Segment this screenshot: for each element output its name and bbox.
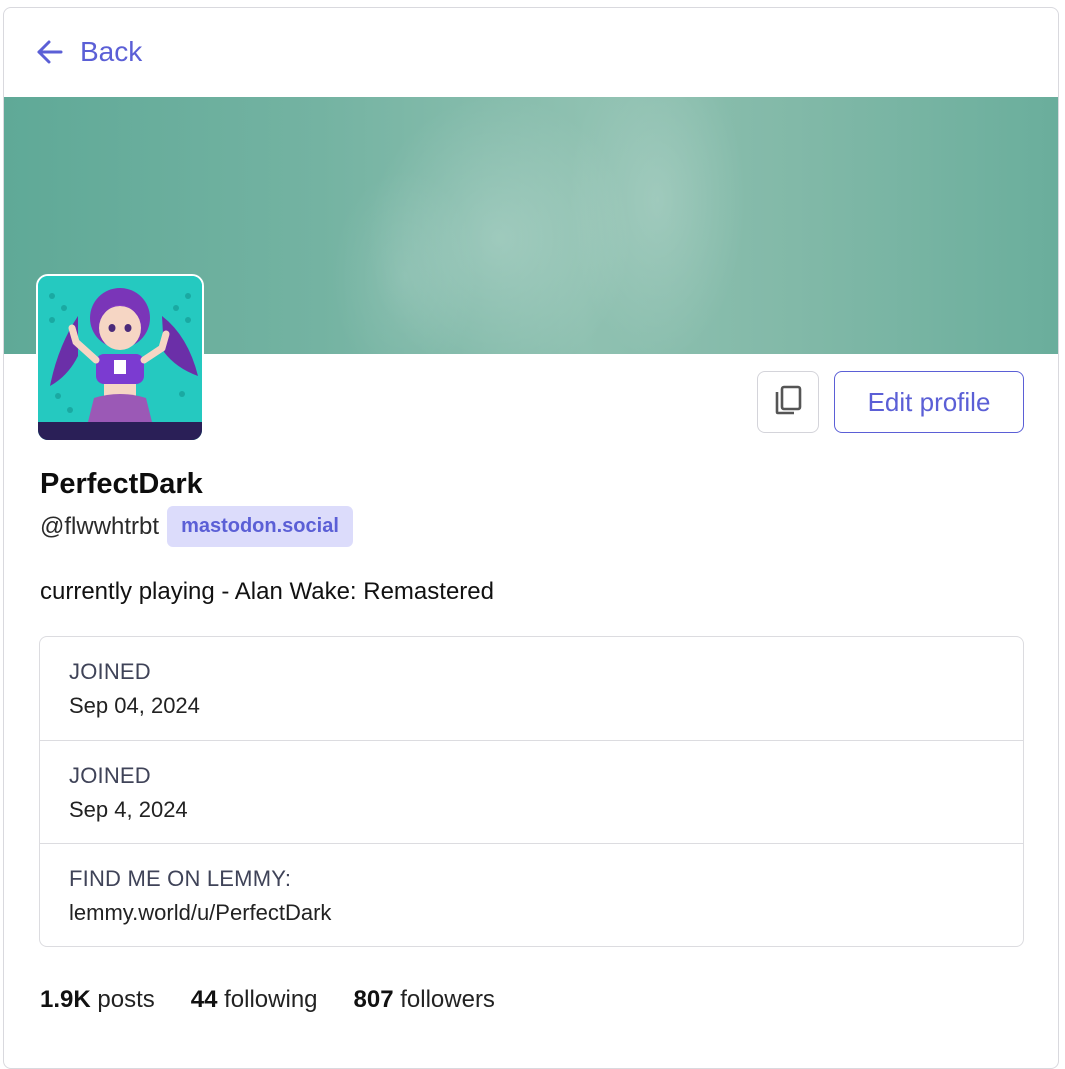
top-bar: Back (4, 8, 1058, 97)
field-value: Sep 04, 2024 (69, 693, 200, 718)
posts-count: 1.9K (40, 986, 91, 1013)
posts-label: posts (97, 986, 155, 1013)
profile-field: JOINED Sep 04, 2024 (40, 637, 1023, 740)
back-button[interactable]: Back (34, 36, 142, 68)
followers-stat[interactable]: 807 followers (354, 986, 495, 1014)
field-label: JOINED (69, 763, 151, 788)
copy-button[interactable] (757, 371, 819, 433)
posts-stat[interactable]: 1.9K posts (40, 986, 155, 1014)
field-value-link[interactable]: lemmy.world/u/PerfectDark (69, 900, 994, 926)
following-stat[interactable]: 44 following (191, 986, 318, 1014)
profile-fields: JOINED Sep 04, 2024 JOINED Sep 4, 2024 F… (39, 636, 1024, 947)
profile-bio: currently playing - Alan Wake: Remastere… (40, 578, 494, 605)
profile-field: FIND ME ON LEMMY: lemmy.world/u/PerfectD… (40, 843, 1023, 946)
following-label: following (224, 986, 318, 1013)
user-handle: @flwwhtrbt (40, 512, 160, 540)
display-name: PerfectDark (40, 468, 203, 500)
profile-stats: 1.9K posts 44 following 807 followers (40, 986, 495, 1014)
arrow-left-icon (34, 36, 66, 68)
back-label: Back (80, 36, 143, 67)
edit-profile-button[interactable]: Edit profile (834, 371, 1024, 433)
profile-field: JOINED Sep 4, 2024 (40, 740, 1023, 843)
profile-card: Back Edit profile PerfectDark @flwwhtrbt… (3, 7, 1059, 1069)
followers-label: followers (400, 986, 495, 1013)
field-value: Sep 4, 2024 (69, 797, 188, 822)
avatar[interactable] (36, 274, 204, 442)
field-label: FIND ME ON LEMMY: (69, 866, 292, 891)
instance-badge[interactable]: mastodon.social (167, 506, 353, 547)
copy-icon (771, 383, 805, 422)
followers-count: 807 (353, 986, 394, 1013)
handle-row: @flwwhtrbt mastodon.social (40, 506, 353, 547)
field-label: JOINED (69, 659, 151, 684)
following-count: 44 (190, 986, 218, 1013)
